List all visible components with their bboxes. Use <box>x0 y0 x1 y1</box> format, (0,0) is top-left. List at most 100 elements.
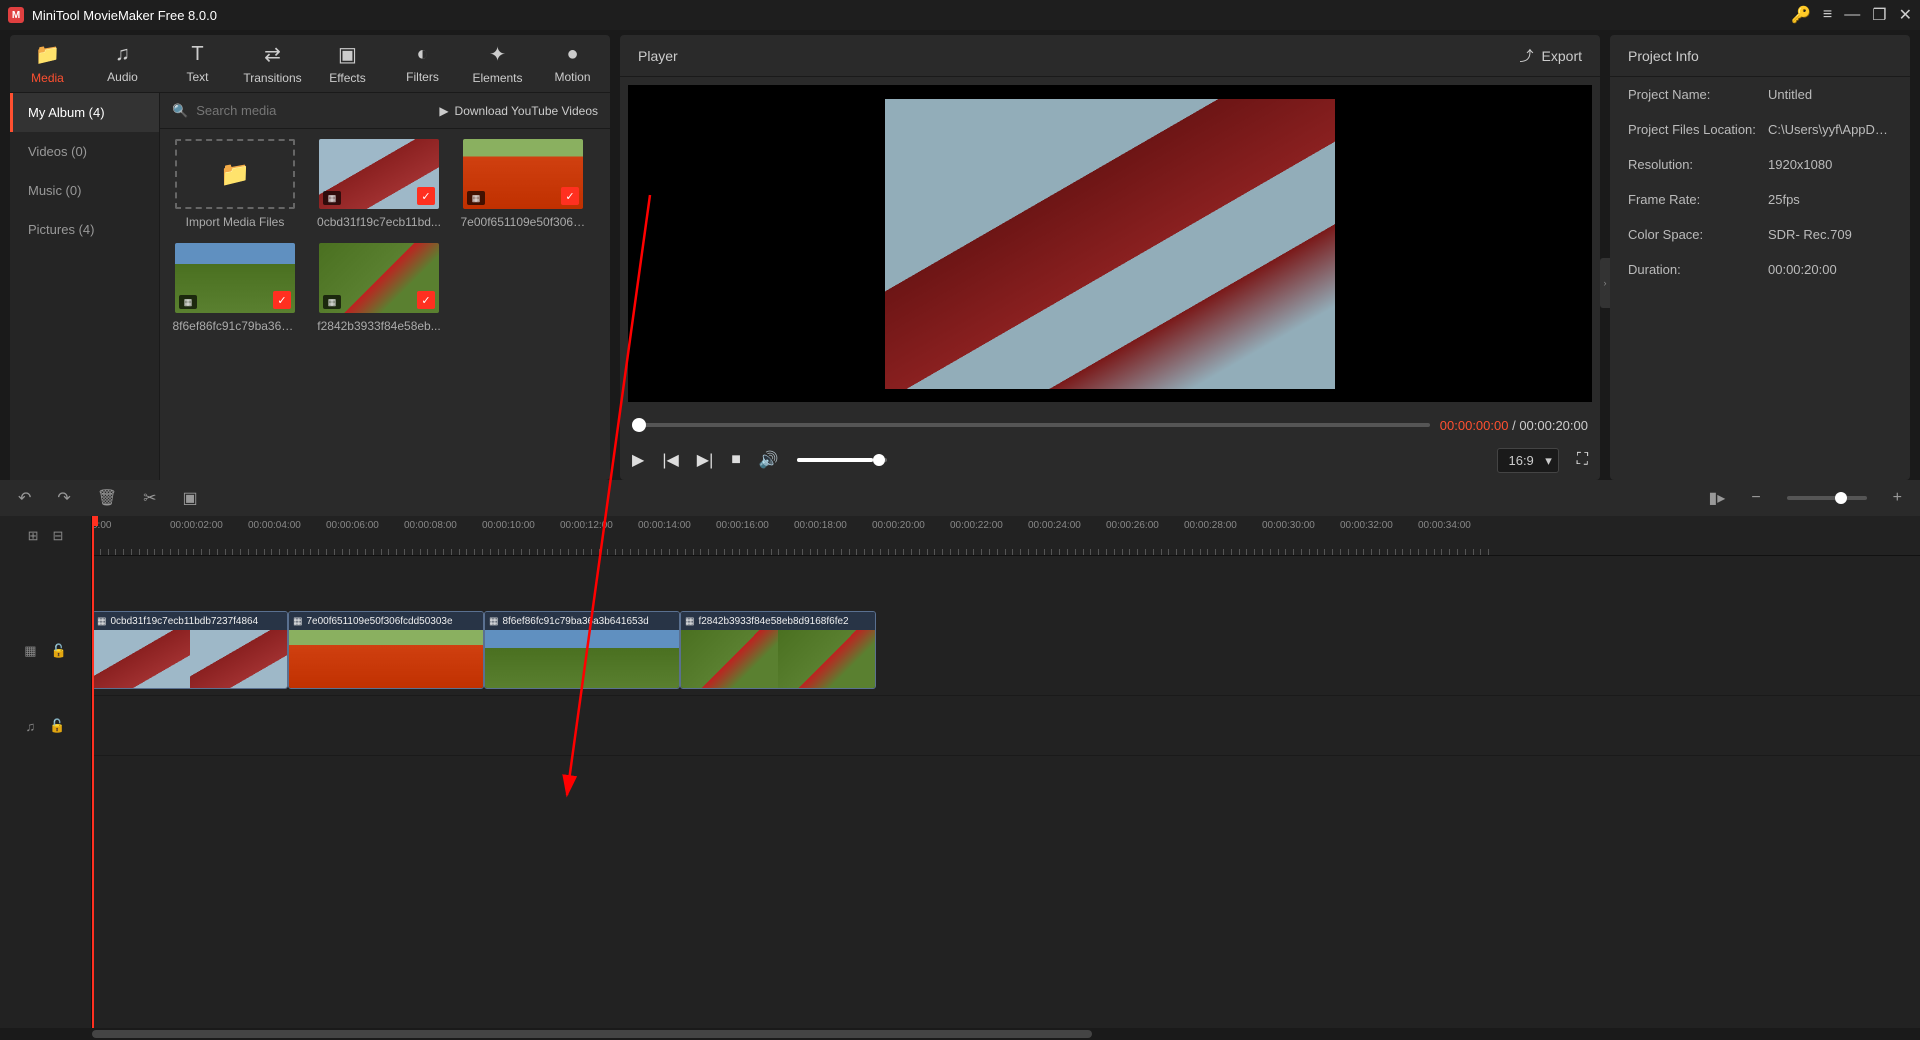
timecode-total: 00:00:20:00 <box>1519 418 1588 433</box>
tab-text[interactable]: TText <box>160 35 235 92</box>
ruler-tick: 00:00:34:00 <box>1418 520 1471 531</box>
transitions-icon: ⇄ <box>264 42 281 67</box>
tab-filters[interactable]: ◐Filters <box>385 35 460 92</box>
progress-bar[interactable] <box>632 423 1430 427</box>
volume-slider[interactable] <box>797 458 887 462</box>
info-row: Frame Rate:25fps <box>1610 182 1910 217</box>
ruler-tick: 00:00:28:00 <box>1184 520 1237 531</box>
stop-button[interactable]: ■ <box>731 451 741 469</box>
tab-motion[interactable]: ●Motion <box>535 35 610 92</box>
crop-button[interactable]: ▣ <box>183 488 198 508</box>
audio-track[interactable] <box>92 696 1920 756</box>
zoom-in-button[interactable]: + <box>1893 489 1902 507</box>
tab-effects[interactable]: ▣Effects <box>310 35 385 92</box>
info-label: Resolution: <box>1628 157 1768 172</box>
menu-icon[interactable]: ≡ <box>1823 6 1832 24</box>
sidebar-item[interactable]: Videos (0) <box>10 132 159 171</box>
import-media-button[interactable]: 📁Import Media Files <box>170 139 300 229</box>
clip-name: 8f6ef86fc91c79ba36a3b641653d <box>502 616 648 627</box>
download-youtube-link[interactable]: ▶ Download YouTube Videos <box>439 104 598 118</box>
timeline-ruler[interactable]: 0:0000:00:02:0000:00:04:0000:00:06:0000:… <box>92 516 1920 556</box>
sidebar-item[interactable]: Pictures (4) <box>10 210 159 249</box>
image-type-icon: ▦ <box>323 295 341 309</box>
tab-label: Media <box>31 71 64 85</box>
sidebar-item[interactable]: Music (0) <box>10 171 159 210</box>
ruler-tick: 00:00:08:00 <box>404 520 457 531</box>
clip-name: f2842b3933f84e58eb8d9168f6fe2 <box>698 616 848 627</box>
media-sidebar: My Album (4)Videos (0)Music (0)Pictures … <box>10 93 160 480</box>
info-label: Frame Rate: <box>1628 192 1768 207</box>
key-icon[interactable]: 🔑 <box>1791 5 1811 25</box>
zoom-out-button[interactable]: − <box>1751 489 1760 507</box>
playhead[interactable] <box>92 516 94 1028</box>
tab-label: Motion <box>554 70 590 84</box>
tab-media[interactable]: 📁Media <box>10 35 85 92</box>
info-value: 00:00:20:00 <box>1768 262 1892 277</box>
player-panel: Player ⤴ Export 00:00:00:00 / 00:00:20:0… <box>620 35 1600 480</box>
close-button[interactable]: ✕ <box>1899 5 1912 25</box>
info-row: Duration:00:00:20:00 <box>1610 252 1910 287</box>
sidebar-item[interactable]: My Album (4) <box>10 93 159 132</box>
split-button[interactable]: ✂ <box>143 488 156 508</box>
prev-frame-button[interactable]: |◀ <box>662 450 678 470</box>
timeline-clip[interactable]: ▦0cbd31f19c7ecb11bdb7237f4864 <box>92 611 288 689</box>
info-label: Duration: <box>1628 262 1768 277</box>
delete-button[interactable]: 🗑 <box>97 488 117 508</box>
info-value: C:\Users\yyf\AppDat... <box>1768 122 1892 137</box>
track-headers: ⊞ ⊟ ▦ 🔓 ♫ 🔓 <box>0 516 92 1028</box>
aspect-ratio-select[interactable]: 16:9 <box>1497 448 1558 473</box>
media-panel: 📁Media♫AudioTText⇄Transitions▣Effects◐Fi… <box>10 35 610 480</box>
timeline-clip[interactable]: ▦f2842b3933f84e58eb8d9168f6fe2 <box>680 611 876 689</box>
collapse-button[interactable]: › <box>1600 258 1610 308</box>
collapse-tracks-icon[interactable]: ⊟ <box>53 528 64 544</box>
folder-icon: 📁 <box>175 139 295 209</box>
zoom-slider[interactable] <box>1787 496 1867 500</box>
fullscreen-button[interactable]: ⛶ <box>1577 451 1588 469</box>
elements-icon: ✦ <box>489 42 506 67</box>
info-row: Resolution:1920x1080 <box>1610 147 1910 182</box>
maximize-button[interactable]: ❐ <box>1872 5 1886 25</box>
search-input[interactable] <box>196 103 431 118</box>
timeline-clip[interactable]: ▦ 8f6ef86fc91c79ba36a3b641653d <box>484 611 680 689</box>
media-thumbnail[interactable]: ▦✓8f6ef86fc91c79ba36a... <box>170 243 300 333</box>
video-track[interactable]: ▦0cbd31f19c7ecb11bdb7237f4864▦7e00f65110… <box>92 606 1920 696</box>
export-button[interactable]: ⤴ Export <box>1520 46 1582 66</box>
tab-elements[interactable]: ✦ Elements <box>460 35 535 92</box>
search-icon: 🔍 <box>172 103 188 119</box>
media-grid: 📁Import Media Files▦✓0cbd31f19c7ecb11bd.… <box>160 129 610 343</box>
timeline-clip[interactable]: ▦7e00f651109e50f306fcdd50303e <box>288 611 484 689</box>
add-track-icon[interactable]: ⊞ <box>28 528 39 544</box>
media-thumbnail[interactable]: ▦✓f2842b3933f84e58eb... <box>314 243 444 333</box>
audio-track-icon: ♫ <box>26 719 36 734</box>
redo-button[interactable]: ↷ <box>57 488 70 508</box>
volume-icon[interactable]: 🔊 <box>759 450 779 470</box>
image-type-icon: ▦ <box>179 295 197 309</box>
minimize-button[interactable]: — <box>1844 6 1860 24</box>
timecode-current: 00:00:00:00 <box>1440 418 1509 433</box>
next-frame-button[interactable]: ▶| <box>697 450 713 470</box>
media-thumbnail[interactable]: ▦✓0cbd31f19c7ecb11bd... <box>314 139 444 229</box>
player-title: Player <box>638 48 678 64</box>
lock-icon[interactable]: 🔓 <box>51 643 67 659</box>
tab-audio[interactable]: ♫Audio <box>85 35 160 92</box>
video-track-icon: ▦ <box>24 643 36 659</box>
progress-head[interactable] <box>632 418 646 432</box>
ruler-tick: 00:00:06:00 <box>326 520 379 531</box>
ruler-tick: 00:00:32:00 <box>1340 520 1393 531</box>
tab-label: Elements <box>472 71 522 85</box>
tab-transitions[interactable]: ⇄Transitions <box>235 35 310 92</box>
horizontal-scrollbar[interactable] <box>0 1028 1920 1040</box>
play-button[interactable]: ▶ <box>632 450 644 470</box>
check-icon: ✓ <box>561 187 579 205</box>
lock-icon[interactable]: 🔓 <box>49 718 65 734</box>
clip-name: 0cbd31f19c7ecb11bdb7237f4864 <box>110 616 258 627</box>
timeline-tracks[interactable]: 0:0000:00:02:0000:00:04:0000:00:06:0000:… <box>92 516 1920 1028</box>
marker-icon[interactable]: ▮▸ <box>1708 488 1725 508</box>
media-label: 7e00f651109e50f306f... <box>461 215 586 229</box>
undo-button[interactable]: ↶ <box>18 488 31 508</box>
media-label: f2842b3933f84e58eb... <box>317 319 440 333</box>
image-type-icon: ▦ <box>489 616 498 627</box>
thumbnail-image: ▦✓ <box>175 243 295 313</box>
app-icon: M <box>8 7 24 23</box>
media-thumbnail[interactable]: ▦✓7e00f651109e50f306f... <box>458 139 588 229</box>
